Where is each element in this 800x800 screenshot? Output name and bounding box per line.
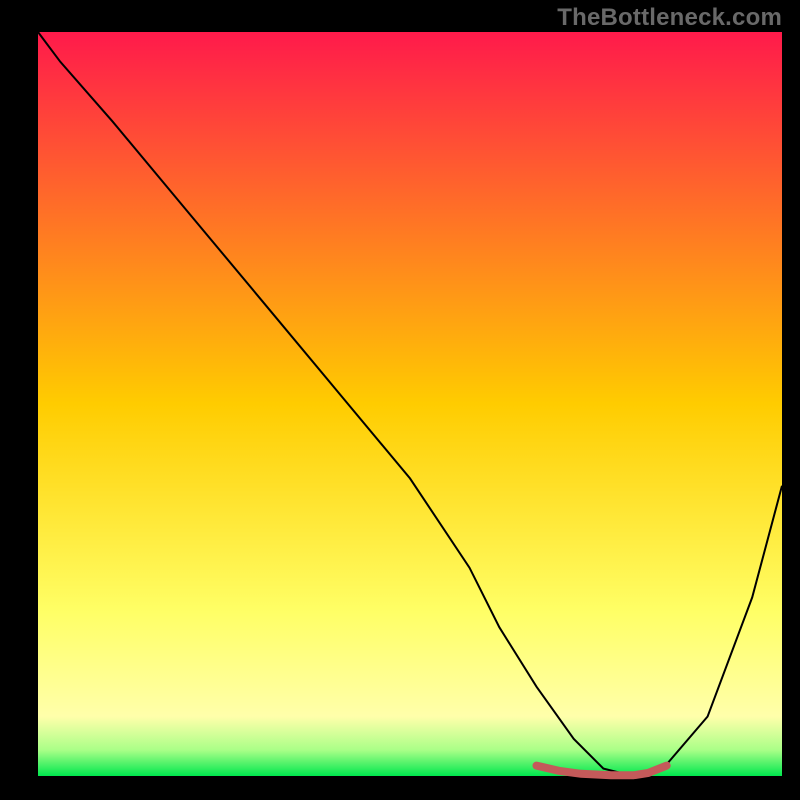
watermark-text: TheBottleneck.com [557,4,782,32]
plot-background [38,32,782,776]
chart-frame: TheBottleneck.com [0,0,800,800]
bottleneck-chart [0,0,800,800]
